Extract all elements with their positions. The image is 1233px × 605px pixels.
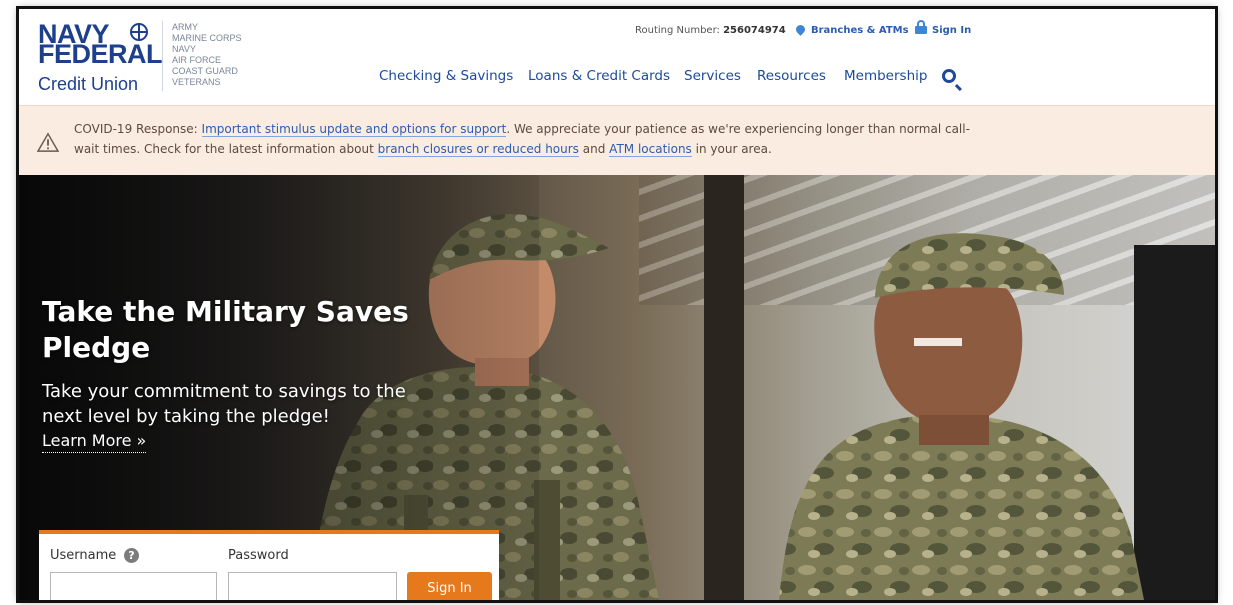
- routing-number: 256074974: [723, 25, 786, 36]
- site-header: NAVY FEDERAL Credit Union ARMY MARINE CO…: [19, 9, 1215, 105]
- routing-label: Routing Number:: [635, 25, 720, 36]
- alert-message: COVID-19 Response: Important stimulus up…: [74, 119, 974, 159]
- covid-alert-banner: COVID-19 Response: Important stimulus up…: [19, 105, 1215, 175]
- logo-credit-union-text: Credit Union: [38, 74, 139, 94]
- branches-atms-label: Branches & ATMs: [811, 25, 909, 36]
- logo-divider: [162, 21, 163, 91]
- branches-atms-link[interactable]: Branches & ATMs: [794, 23, 909, 36]
- nav-checking-savings[interactable]: Checking & Savings: [379, 68, 513, 84]
- navy-federal-logo[interactable]: NAVY FEDERAL Credit Union: [38, 19, 163, 99]
- atm-locations-link[interactable]: ATM locations: [609, 142, 692, 157]
- login-panel: Username ? Password Sign In: [39, 530, 499, 600]
- nav-resources[interactable]: Resources: [757, 68, 826, 84]
- branch-army: ARMY: [172, 22, 199, 32]
- password-input[interactable]: [228, 572, 397, 600]
- nav-loans-credit-cards[interactable]: Loans & Credit Cards: [528, 68, 670, 84]
- branch-navy: NAVY: [172, 44, 196, 54]
- sign-in-button[interactable]: Sign In: [407, 572, 492, 600]
- stimulus-update-link[interactable]: Important stimulus update and options fo…: [201, 122, 507, 137]
- warning-icon: [37, 132, 59, 152]
- hero-banner: Take the Military Saves Pledge Take your…: [19, 175, 1215, 600]
- lock-icon: [915, 20, 927, 34]
- branch-veterans: VETERANS: [172, 77, 221, 87]
- nav-services[interactable]: Services: [684, 68, 741, 84]
- hero-pillar-left: [704, 175, 744, 600]
- header-sign-in-label: Sign In: [932, 25, 972, 36]
- username-input[interactable]: [50, 572, 217, 600]
- branch-coast-guard: COAST GUARD: [172, 66, 238, 76]
- search-icon[interactable]: [942, 69, 956, 83]
- routing-number-display: Routing Number: 256074974: [635, 25, 786, 36]
- learn-more-link[interactable]: Learn More »: [42, 430, 147, 453]
- alert-suffix: in your area.: [695, 142, 772, 156]
- hero-title: Take the Military Saves Pledge: [42, 295, 409, 364]
- branch-closures-link[interactable]: branch closures or reduced hours: [377, 142, 579, 157]
- branch-marine-corps: MARINE CORPS: [172, 33, 242, 43]
- help-question-icon[interactable]: ?: [124, 548, 139, 563]
- location-pin-icon: [794, 23, 807, 36]
- password-label: Password: [228, 548, 289, 563]
- branch-air-force: AIR FORCE: [172, 55, 222, 65]
- nav-membership[interactable]: Membership: [844, 68, 927, 84]
- username-label: Username: [50, 548, 117, 563]
- browser-page: NAVY FEDERAL Credit Union ARMY MARINE CO…: [19, 9, 1215, 600]
- alert-and-text: and: [582, 142, 606, 156]
- header-sign-in-link[interactable]: Sign In: [915, 20, 972, 36]
- alert-prefix: COVID-19 Response:: [74, 122, 198, 136]
- military-branches-list: ARMY MARINE CORPS NAVY AIR FORCE COAST G…: [172, 22, 242, 88]
- hero-subtitle: Take your commitment to savings to the n…: [42, 381, 406, 427]
- logo-federal-text: FEDERAL: [38, 39, 163, 69]
- right-soldier-image: [779, 233, 1144, 600]
